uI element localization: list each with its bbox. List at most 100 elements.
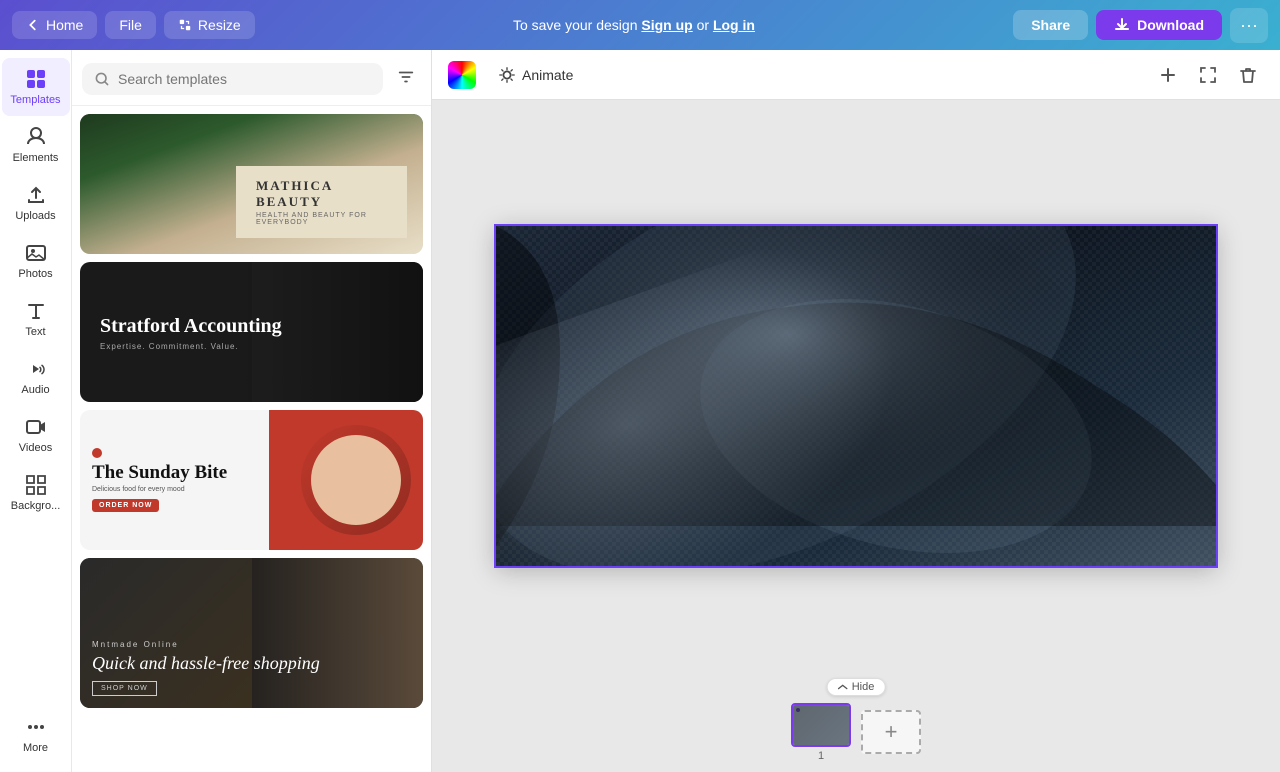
templates-icon — [25, 68, 47, 90]
page-1-thumbnail[interactable] — [791, 703, 851, 747]
save-prompt-text: To save your design — [513, 17, 638, 33]
trash-icon — [1238, 65, 1258, 85]
add-page-button[interactable]: + — [861, 710, 921, 754]
download-button[interactable]: Download — [1096, 10, 1222, 40]
fashion-cta: SHOP NOW — [92, 681, 157, 696]
share-button[interactable]: Share — [1013, 10, 1088, 40]
canvas-viewport — [432, 100, 1280, 692]
templates-list: MATHICA BEAUTY HEALTH AND BEAUTY FOR EVE… — [72, 106, 431, 772]
file-label: File — [119, 17, 142, 33]
resize-label: Resize — [198, 17, 241, 33]
sidebar-item-audio[interactable]: Audio — [2, 348, 70, 406]
fit-screen-icon — [1198, 65, 1218, 85]
search-bar — [72, 50, 431, 106]
canvas-area: Animate — [432, 50, 1280, 772]
animate-button[interactable]: Animate — [488, 60, 583, 90]
canvas-toolbar: Animate — [432, 50, 1280, 100]
hide-pages-button[interactable]: Hide — [827, 678, 886, 696]
sidebar-item-text-label: Text — [25, 326, 45, 338]
videos-icon — [25, 416, 47, 438]
login-link[interactable]: Log in — [713, 17, 755, 33]
add-page-col: + — [861, 710, 921, 754]
canvas-design[interactable] — [496, 226, 1216, 566]
sidebar-item-elements-label: Elements — [13, 152, 59, 164]
download-label: Download — [1137, 17, 1204, 33]
trash-button[interactable] — [1232, 59, 1264, 91]
add-to-design-button[interactable] — [1152, 59, 1184, 91]
more-icon — [25, 716, 47, 738]
search-input[interactable] — [118, 71, 371, 87]
main-area: Templates Elements Uploads Photos — [0, 50, 1280, 772]
resize-button[interactable]: Resize — [164, 11, 255, 39]
topbar-left: Home File Resize — [12, 11, 255, 39]
template-card-food[interactable]: The Sunday Bite Delicious food for every… — [80, 410, 423, 550]
sidebar-item-more-label: More — [23, 742, 48, 754]
top-bar: Home File Resize To save your design Sig… — [0, 0, 1280, 50]
signup-link[interactable]: Sign up — [641, 17, 692, 33]
backgrounds-icon — [25, 474, 47, 496]
topbar-center: To save your design Sign up or Log in — [513, 17, 755, 33]
accounting-subtitle: Expertise. Commitment. Value. — [100, 342, 282, 351]
fashion-title: Quick and hassle-free shopping — [92, 653, 320, 675]
download-icon — [1114, 17, 1130, 33]
fashion-subtitle: Mntmade Online — [92, 640, 320, 649]
sidebar-item-templates[interactable]: Templates — [2, 58, 70, 116]
sidebar-item-uploads[interactable]: Uploads — [2, 174, 70, 232]
home-label: Home — [46, 17, 83, 33]
sidebar-item-videos-label: Videos — [19, 442, 52, 454]
filter-button[interactable] — [391, 62, 421, 95]
sidebar-item-more[interactable]: More — [2, 706, 70, 764]
sidebar-item-audio-label: Audio — [21, 384, 49, 396]
page-1-col: 1 — [791, 703, 851, 762]
search-icon — [94, 71, 110, 87]
canvas-toolbar-right — [1152, 59, 1264, 91]
sidebar-item-elements[interactable]: Elements — [2, 116, 70, 174]
canvas-svg — [496, 226, 1216, 566]
food-dot — [92, 448, 102, 458]
food-subtitle: Delicious food for every mood — [92, 486, 291, 493]
filter-icon — [397, 68, 415, 86]
page-1-number: 1 — [818, 750, 824, 762]
home-button[interactable]: Home — [12, 11, 97, 39]
sidebar-item-videos[interactable]: Videos — [2, 406, 70, 464]
text-icon — [25, 300, 47, 322]
uploads-icon — [25, 184, 47, 206]
food-title: The Sunday Bite — [92, 462, 291, 484]
template-card-fashion[interactable]: Mntmade Online Quick and hassle-free sho… — [80, 558, 423, 708]
food-cta: ORDER NOW — [92, 499, 159, 512]
sidebar-item-text[interactable]: Text — [2, 290, 70, 348]
sidebar: Templates Elements Uploads Photos — [0, 50, 72, 772]
sidebar-item-templates-label: Templates — [10, 94, 60, 106]
or-text: or — [697, 17, 709, 33]
more-options-button[interactable]: ··· — [1230, 8, 1268, 43]
template-card-beauty[interactable]: MATHICA BEAUTY HEALTH AND BEAUTY FOR EVE… — [80, 114, 423, 254]
sidebar-item-backgrounds-label: Backgro... — [11, 500, 61, 512]
template-card-accounting[interactable]: Stratford Accounting Expertise. Commitme… — [80, 262, 423, 402]
chevron-left-icon — [26, 18, 40, 32]
add-icon — [1158, 65, 1178, 85]
elements-icon — [25, 126, 47, 148]
chevron-up-icon — [838, 683, 848, 691]
fit-to-screen-button[interactable] — [1192, 59, 1224, 91]
hide-pages-label: Hide — [852, 681, 875, 693]
animate-icon — [498, 66, 516, 84]
search-input-wrap — [82, 63, 383, 95]
audio-icon — [25, 358, 47, 380]
topbar-right: Share Download ··· — [1013, 8, 1268, 43]
photos-icon — [25, 242, 47, 264]
pages-bar: Hide 1 + — [432, 692, 1280, 772]
canvas-background-image — [496, 226, 1216, 566]
templates-panel: MATHICA BEAUTY HEALTH AND BEAUTY FOR EVE… — [72, 50, 432, 772]
beauty-title: MATHICA BEAUTY — [256, 178, 387, 210]
sidebar-item-photos-label: Photos — [18, 268, 52, 280]
color-swatch[interactable] — [448, 61, 476, 89]
beauty-subtitle: HEALTH AND BEAUTY FOR EVERYBODY — [256, 212, 387, 226]
page-thumb-inner — [793, 705, 849, 745]
resize-icon — [178, 18, 192, 32]
animate-label: Animate — [522, 67, 573, 83]
accounting-title: Stratford Accounting — [100, 314, 282, 338]
file-button[interactable]: File — [105, 11, 156, 39]
sidebar-item-backgrounds[interactable]: Backgro... — [2, 464, 70, 522]
sidebar-item-uploads-label: Uploads — [15, 210, 55, 222]
sidebar-item-photos[interactable]: Photos — [2, 232, 70, 290]
